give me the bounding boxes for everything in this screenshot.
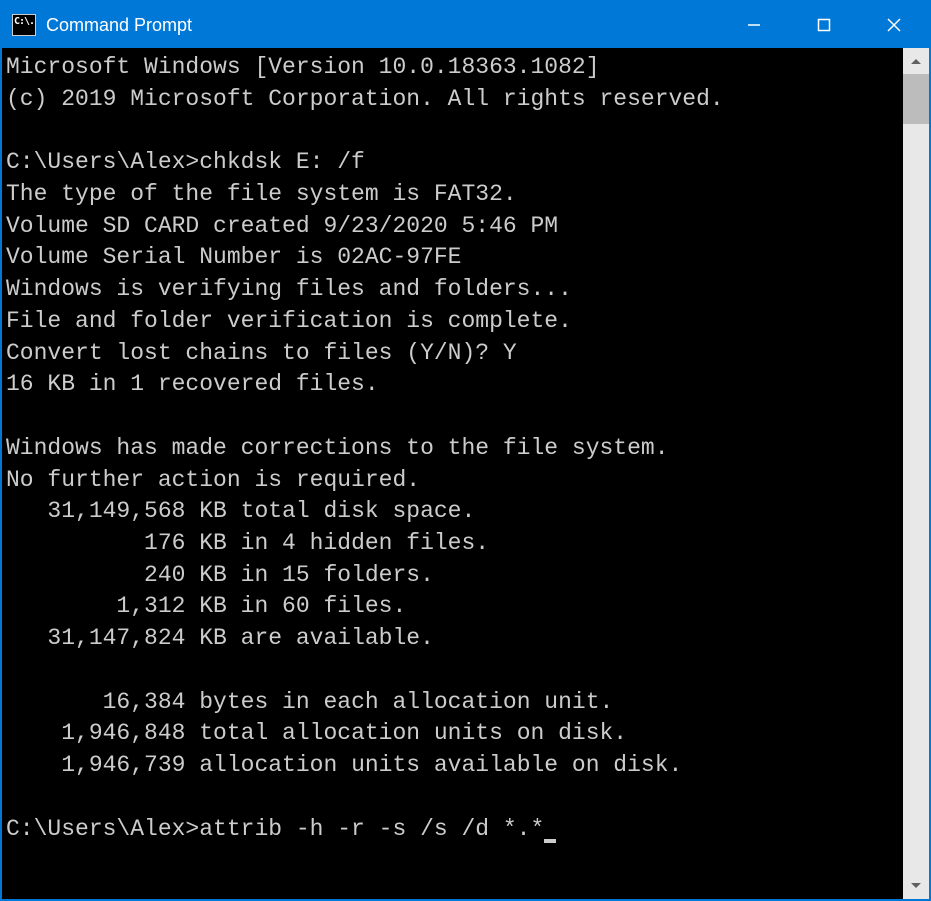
terminal-input[interactable]: attrib -h -r -s /s /d *.* [199, 816, 544, 842]
titlebar-left: C:\. Command Prompt [2, 14, 192, 36]
terminal-line: File and folder verification is complete… [6, 308, 572, 334]
close-icon [886, 17, 902, 33]
cursor [544, 839, 556, 843]
terminal-wrapper: Microsoft Windows [Version 10.0.18363.10… [2, 48, 929, 899]
terminal-line: 16,384 bytes in each allocation unit. [6, 689, 613, 715]
terminal-output[interactable]: Microsoft Windows [Version 10.0.18363.10… [2, 48, 903, 899]
terminal-line: Convert lost chains to files (Y/N)? Y [6, 340, 517, 366]
minimize-button[interactable] [719, 2, 789, 48]
chevron-down-icon [910, 882, 922, 890]
chevron-up-icon [910, 57, 922, 65]
terminal-prompt: C:\Users\Alex> [6, 816, 199, 842]
terminal-line: C:\Users\Alex>chkdsk E: /f [6, 149, 365, 175]
window-title: Command Prompt [46, 15, 192, 36]
terminal-line: No further action is required. [6, 467, 420, 493]
scroll-down-button[interactable] [903, 873, 929, 899]
terminal-line: Volume Serial Number is 02AC-97FE [6, 244, 461, 270]
terminal-line: 1,946,739 allocation units available on … [6, 752, 682, 778]
terminal-line: 1,946,848 total allocation units on disk… [6, 720, 627, 746]
command-prompt-window: C:\. Command Prompt Microsoft [0, 0, 931, 901]
command-prompt-icon: C:\. [12, 14, 36, 36]
scrollbar[interactable] [903, 48, 929, 899]
scroll-up-button[interactable] [903, 48, 929, 74]
terminal-line: Windows is verifying files and folders..… [6, 276, 572, 302]
terminal-line: Microsoft Windows [Version 10.0.18363.10… [6, 54, 600, 80]
terminal-line: Windows has made corrections to the file… [6, 435, 669, 461]
terminal-line: Volume SD CARD created 9/23/2020 5:46 PM [6, 213, 558, 239]
window-controls [719, 2, 929, 48]
terminal-line: 240 KB in 15 folders. [6, 562, 434, 588]
close-button[interactable] [859, 2, 929, 48]
titlebar[interactable]: C:\. Command Prompt [2, 2, 929, 48]
terminal-line: (c) 2019 Microsoft Corporation. All righ… [6, 86, 724, 112]
terminal-line: 1,312 KB in 60 files. [6, 593, 406, 619]
maximize-button[interactable] [789, 2, 859, 48]
scroll-thumb[interactable] [903, 74, 929, 124]
terminal-line: 31,149,568 KB total disk space. [6, 498, 475, 524]
maximize-icon [817, 18, 831, 32]
scroll-track[interactable] [903, 74, 929, 873]
terminal-line: 176 KB in 4 hidden files. [6, 530, 489, 556]
minimize-icon [747, 18, 761, 32]
terminal-line: The type of the file system is FAT32. [6, 181, 517, 207]
terminal-line: 16 KB in 1 recovered files. [6, 371, 379, 397]
terminal-line: 31,147,824 KB are available. [6, 625, 434, 651]
